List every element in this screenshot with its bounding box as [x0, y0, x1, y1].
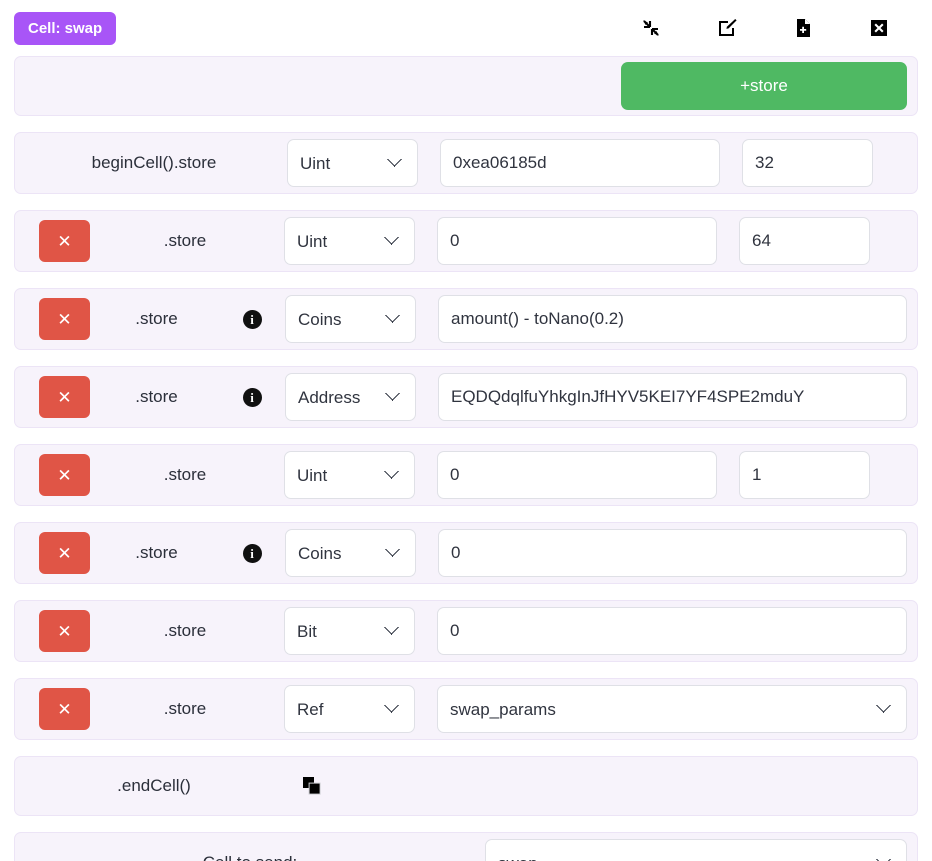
type-select[interactable]: Uint: [284, 217, 415, 265]
cell-to-send-label: Cell to send:: [25, 853, 475, 861]
row-label: .store: [163, 621, 207, 640]
row-label: .store: [163, 231, 207, 250]
type-select[interactable]: Uint: [287, 139, 418, 187]
store-row: ✕ .store i Coins: [14, 288, 918, 350]
bits-input[interactable]: [739, 451, 870, 499]
type-select[interactable]: Address: [285, 373, 416, 421]
info-icon[interactable]: i: [242, 309, 262, 329]
type-select[interactable]: Bit: [284, 607, 415, 655]
edit-icon[interactable]: [716, 17, 738, 39]
value-input[interactable]: [437, 217, 717, 265]
end-cell-row: .endCell(): [14, 756, 918, 816]
cell-to-send-row: Cell to send: swap: [14, 832, 918, 861]
value-input[interactable]: [438, 529, 907, 577]
value-input[interactable]: [437, 451, 717, 499]
header-icon-group: [640, 17, 918, 39]
delete-row-button[interactable]: ✕: [39, 220, 90, 262]
cell-rows-container: +store beginCell().store Uint ✕ .store U…: [0, 56, 932, 861]
type-select[interactable]: Ref: [284, 685, 415, 733]
store-row: ✕ .store Uint: [14, 444, 918, 506]
delete-row-button[interactable]: ✕: [39, 454, 90, 496]
cell-builder-app: Cell: swap +store beginCell().store Uint…: [0, 0, 932, 861]
store-row: beginCell().store Uint: [14, 132, 918, 194]
bits-input[interactable]: [742, 139, 873, 187]
cell-title-badge: Cell: swap: [14, 11, 117, 45]
type-select[interactable]: Coins: [285, 295, 416, 343]
delete-row-button[interactable]: ✕: [39, 688, 90, 730]
close-icon[interactable]: [868, 17, 890, 39]
value-input[interactable]: [437, 607, 907, 655]
row-label: .store: [163, 699, 207, 718]
row-label: beginCell().store: [91, 153, 217, 172]
type-select[interactable]: Uint: [284, 451, 415, 499]
delete-row-button[interactable]: ✕: [39, 376, 90, 418]
delete-row-button[interactable]: ✕: [39, 298, 90, 340]
value-input[interactable]: [440, 139, 720, 187]
store-row: ✕ .store i Address: [14, 366, 918, 428]
row-label: .store: [135, 309, 178, 328]
info-icon[interactable]: i: [242, 543, 262, 563]
cell-to-send-select[interactable]: swap: [485, 839, 907, 861]
add-store-row: +store: [14, 56, 918, 116]
collapse-icon[interactable]: [640, 17, 662, 39]
ref-select[interactable]: swap_params: [437, 685, 907, 733]
row-label: .store: [163, 465, 207, 484]
value-input[interactable]: [438, 373, 907, 421]
row-label: .store: [135, 543, 178, 562]
delete-row-button[interactable]: ✕: [39, 610, 90, 652]
header-bar: Cell: swap: [0, 0, 932, 56]
copy-slot: [283, 776, 341, 796]
value-input[interactable]: [438, 295, 907, 343]
store-row: ✕ .store i Coins: [14, 522, 918, 584]
store-row: ✕ .store Ref swap_params: [14, 678, 918, 740]
type-select[interactable]: Coins: [285, 529, 416, 577]
store-row: ✕ .store Bit: [14, 600, 918, 662]
add-store-button[interactable]: +store: [621, 62, 907, 110]
row-label: .store: [135, 387, 178, 406]
store-row: ✕ .store Uint: [14, 210, 918, 272]
info-slot: i: [223, 309, 281, 329]
end-cell-label: .endCell(): [117, 776, 191, 795]
bits-input[interactable]: [739, 217, 870, 265]
info-slot: i: [223, 387, 281, 407]
info-icon[interactable]: i: [242, 387, 262, 407]
delete-row-button[interactable]: ✕: [39, 532, 90, 574]
copy-icon[interactable]: [302, 776, 322, 796]
info-slot: i: [223, 543, 281, 563]
file-add-icon[interactable]: [792, 17, 814, 39]
